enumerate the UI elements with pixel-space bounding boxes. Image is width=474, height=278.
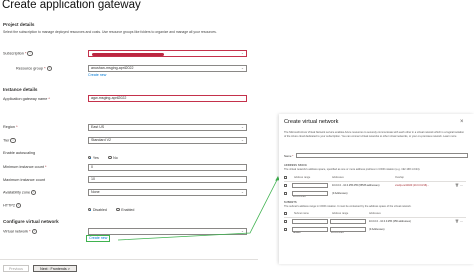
subnet-range-input[interactable]: 10.0.0.0/24 [330,219,366,234]
subnet-addresses-header: Addresses [369,212,381,215]
required-marker: * [291,154,294,158]
address-row-checkbox[interactable] [284,184,287,187]
address-row-overlap: vnetip-cert2020 (10.0.0.0/16)... [395,184,430,187]
address-row-addresses: (0 Addresses) [332,192,348,195]
address-range-input[interactable]: 10.0.0.0/16 [292,183,328,198]
subnet-range-header: Address range [332,212,349,215]
subnets-description: The subnet's address range in CIDR notat… [284,205,412,208]
subnet-name-input-empty[interactable] [292,227,328,232]
delete-icon[interactable]: 🗑 [455,183,459,187]
more-icon[interactable]: ⋯ [460,219,463,223]
address-range-input-empty[interactable] [292,191,328,196]
address-space-description: The virtual network's address space, spe… [284,168,421,171]
subnets-heading: SUBNETS [284,201,297,204]
address-space-heading: ADDRESS SPACE [284,164,308,167]
vnet-name-input[interactable] [296,153,468,158]
address-select-all-checkbox[interactable] [284,176,287,179]
subnet-row-checkbox[interactable] [284,228,287,231]
panel-description: The Microsoft Azure Virtual Network serv… [284,131,465,138]
address-header-divider [284,181,466,182]
vnet-name-label: Name * [284,154,293,158]
subnet-select-all-checkbox[interactable] [284,212,287,215]
address-row-addresses: 10.0.0.0 - 10.0.255.255 (65536 addresses… [332,184,380,187]
create-vnet-panel: Create virtual network × The Microsoft A… [279,114,474,264]
subnet-range-input-empty[interactable] [330,227,366,232]
delete-icon[interactable]: 🗑 [455,219,459,223]
address-range-header: Address range [294,176,311,179]
more-icon[interactable]: ⋯ [460,183,463,187]
overlap-header: Overlap [395,176,404,179]
subnet-row-checkbox[interactable] [284,220,287,223]
address-row-checkbox[interactable] [284,192,287,195]
subnet-name-header: Subnet name [294,212,309,215]
subnet-row-addresses: 10.0.0.0 - 10.0.0.255 (256 addresses) [369,220,411,223]
panel-title: Create virtual network [284,119,339,125]
connector-line [117,177,279,241]
subnet-header-divider [284,217,466,218]
subnet-row-addresses: (0 Addresses) [369,228,385,231]
subnet-name-input[interactable]: default [292,219,328,234]
addresses-header: Addresses [332,176,344,179]
close-icon[interactable]: × [460,119,464,125]
